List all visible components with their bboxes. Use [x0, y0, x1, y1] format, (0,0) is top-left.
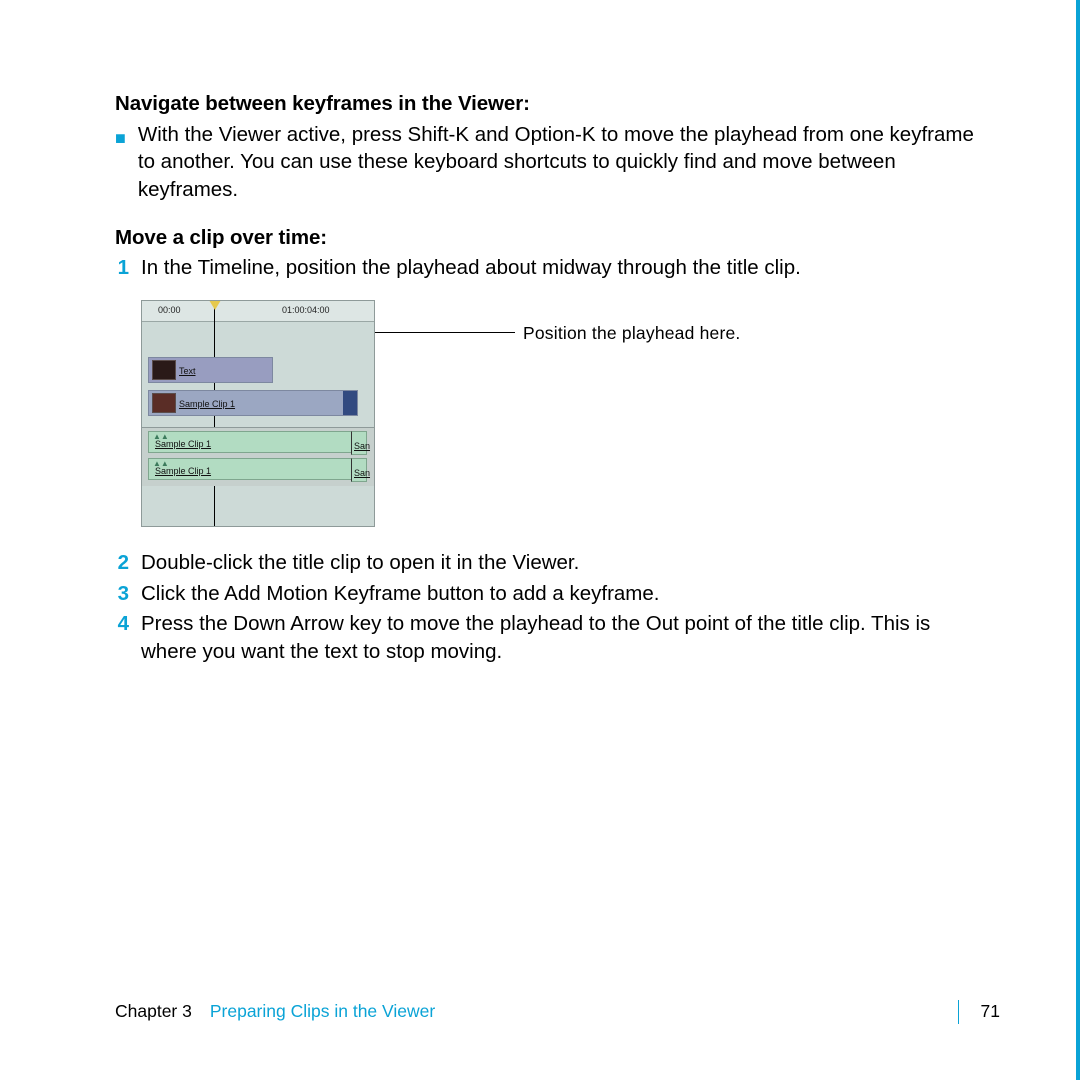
footer-separator: [958, 1000, 959, 1024]
audio-track-2: ▲▲ Sample Clip 1 San: [148, 458, 353, 480]
audio-track-1: ▲▲ Sample Clip 1 San: [148, 431, 353, 453]
heading-move-clip: Move a clip over time:: [115, 224, 980, 252]
step-4: 4 Press the Down Arrow key to move the p…: [115, 610, 980, 665]
figure-timeline: 00:00 01:00:04:00 Text Sample Clip 1 ▲▲ …: [141, 300, 980, 527]
audio-clip-label: Sample Clip 1: [155, 465, 211, 477]
step-2: 2 Double-click the title clip to open it…: [115, 549, 980, 577]
audio-clip-label: Sample Clip 1: [155, 438, 211, 450]
audio-next-fragment: San: [351, 458, 367, 482]
clip-label-text: Text: [179, 365, 196, 377]
timeline-screenshot: 00:00 01:00:04:00 Text Sample Clip 1 ▲▲ …: [141, 300, 375, 527]
clip-thumbnail-icon: [152, 393, 176, 413]
step-number: 4: [115, 610, 129, 665]
bullet-item: ■ With the Viewer active, press Shift-K …: [115, 121, 980, 204]
step-number: 2: [115, 549, 129, 577]
bullet-text: With the Viewer active, press Shift-K an…: [138, 121, 980, 204]
step-text: Click the Add Motion Keyframe button to …: [141, 580, 980, 608]
step-number: 1: [115, 254, 129, 282]
audio-next-fragment: San: [351, 431, 367, 455]
manual-page: Navigate between keyframes in the Viewer…: [0, 0, 1080, 1080]
step-text: Double-click the title clip to open it i…: [141, 549, 980, 577]
footer-chapter-title: Preparing Clips in the Viewer: [210, 1000, 958, 1024]
step-3: 3 Click the Add Motion Keyframe button t…: [115, 580, 980, 608]
clip-label-sample: Sample Clip 1: [179, 398, 235, 410]
ruler-timecode-start: 00:00: [158, 304, 181, 316]
footer-page-number: 71: [981, 1000, 1000, 1024]
next-clip-fragment: [343, 391, 357, 415]
page-footer: Chapter 3 Preparing Clips in the Viewer …: [115, 1000, 1000, 1024]
step-1: 1 In the Timeline, position the playhead…: [115, 254, 980, 282]
step-list: 1 In the Timeline, position the playhead…: [115, 254, 980, 282]
bullet-icon: ■: [115, 121, 126, 204]
step-text: In the Timeline, position the playhead a…: [141, 254, 980, 282]
video-track-sample: Sample Clip 1: [148, 390, 358, 416]
callout-leader-line: [375, 332, 515, 333]
step-list-continued: 2 Double-click the title clip to open it…: [115, 549, 980, 666]
step-text: Press the Down Arrow key to move the pla…: [141, 610, 980, 665]
ruler-timecode-mid: 01:00:04:00: [282, 304, 330, 316]
timeline-ruler: 00:00 01:00:04:00: [142, 301, 374, 322]
step-number: 3: [115, 580, 129, 608]
page-accent-bar: [1076, 0, 1080, 1080]
heading-navigate-keyframes: Navigate between keyframes in the Viewer…: [115, 90, 980, 118]
figure-callout-text: Position the playhead here.: [523, 322, 741, 346]
audio-tracks-area: ▲▲ Sample Clip 1 San ▲▲ Sample Clip 1 Sa…: [142, 427, 374, 486]
video-track-text: Text: [148, 357, 273, 383]
clip-thumbnail-icon: [152, 360, 176, 380]
footer-chapter-label: Chapter 3: [115, 1000, 192, 1024]
